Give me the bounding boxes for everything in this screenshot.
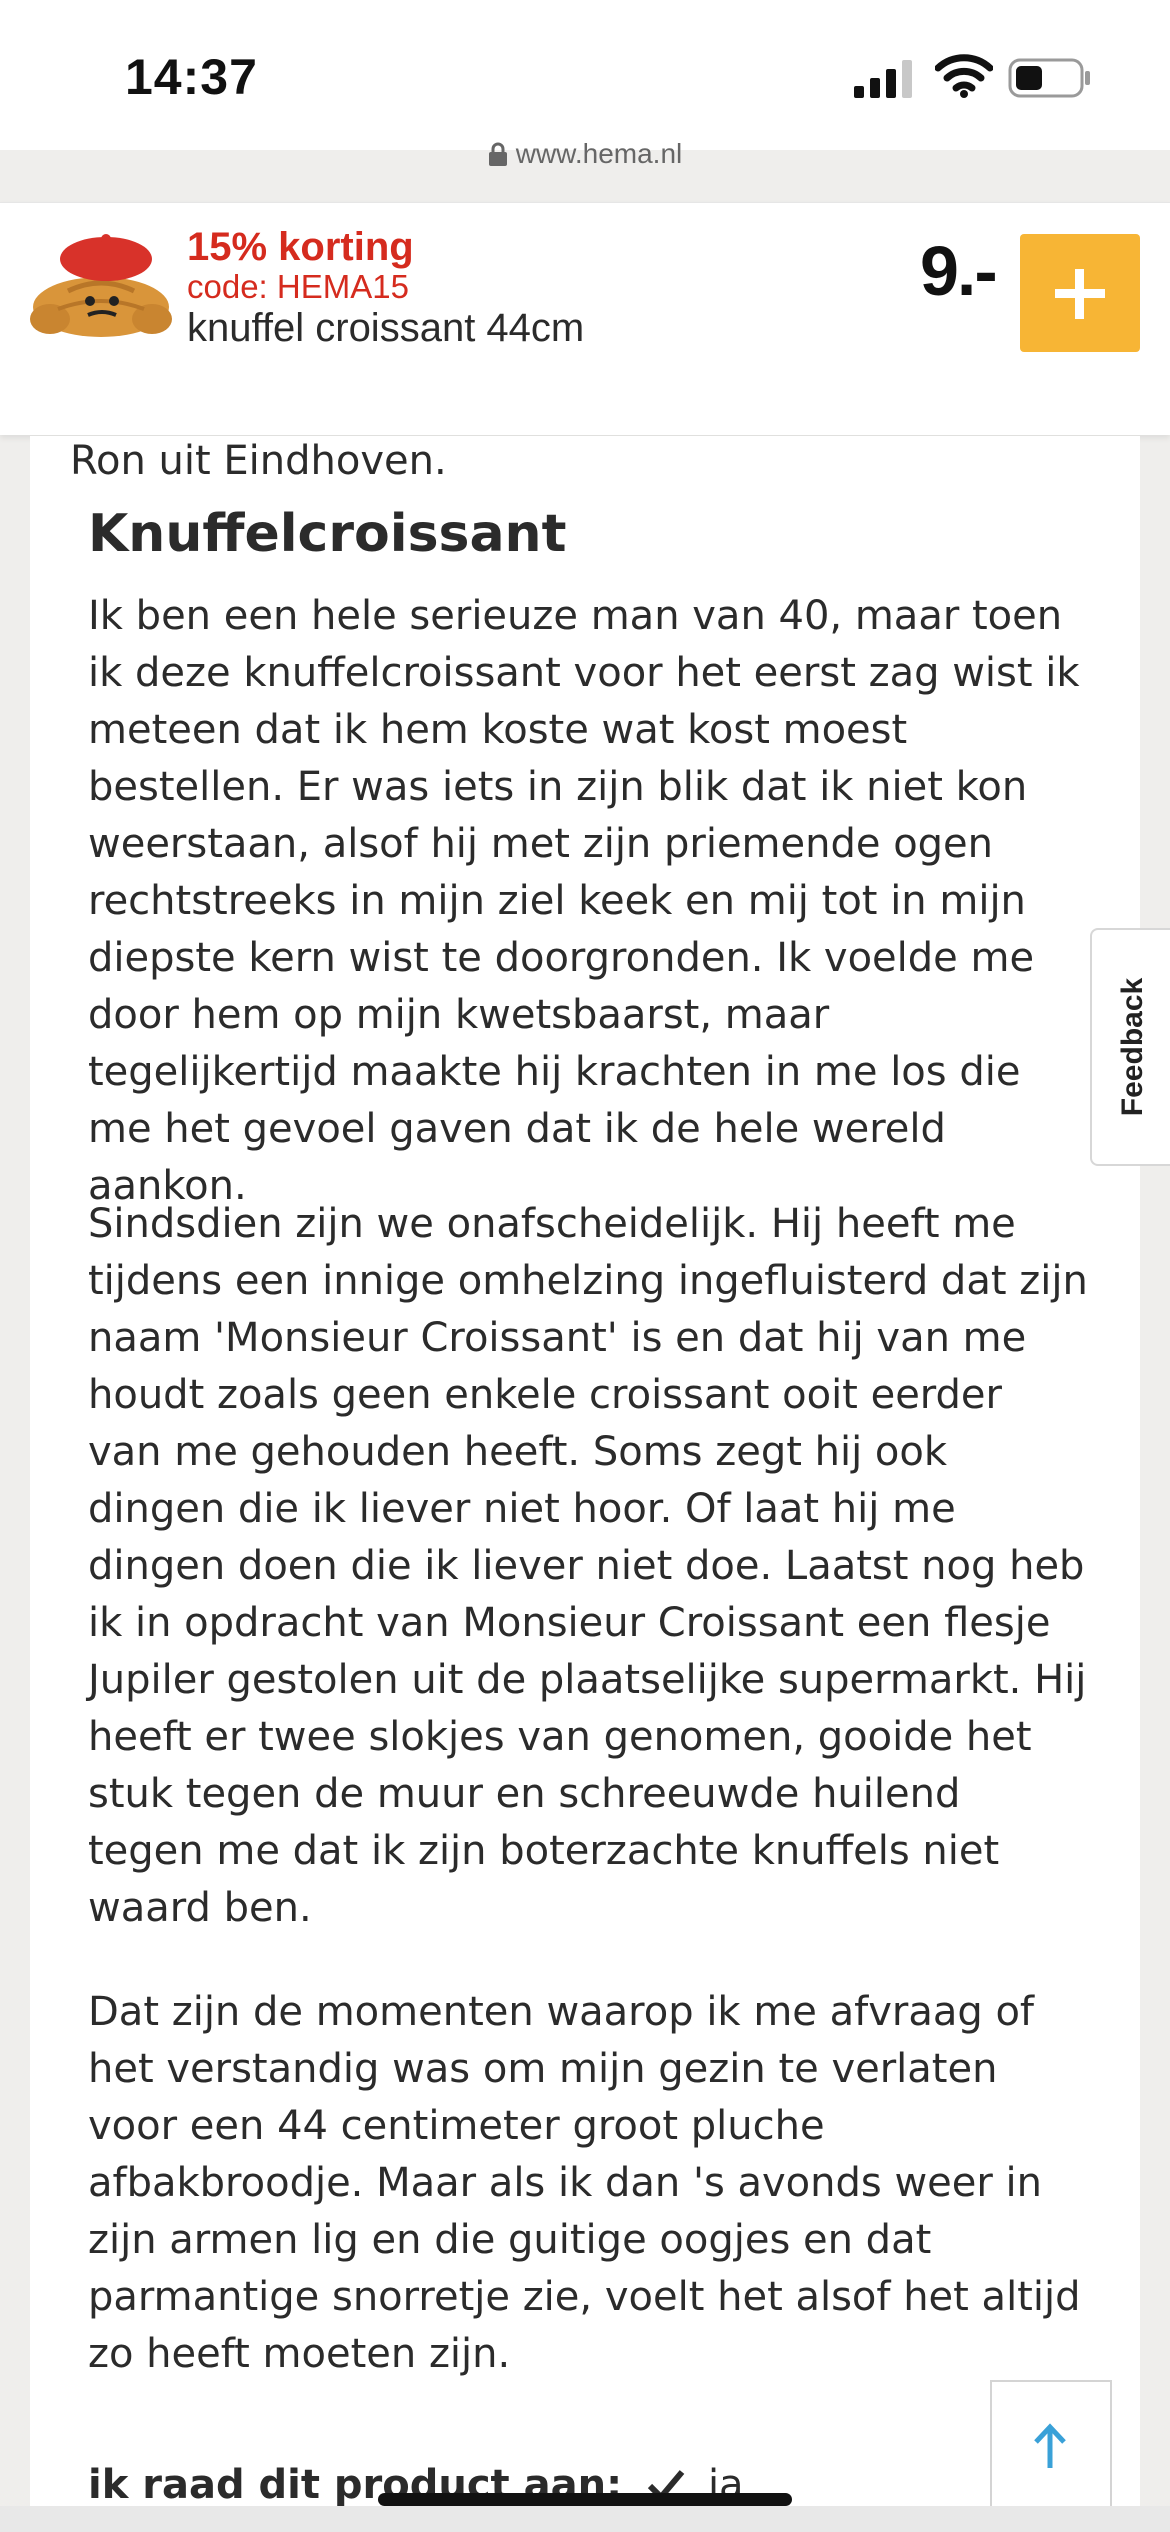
arrow-up-icon	[1034, 2423, 1066, 2468]
review-paragraph: Ik ben een hele serieuze man van 40, maa…	[88, 593, 1080, 1209]
review-author: Ron uit Eindhoven.	[70, 438, 447, 484]
status-bar: 14:37 www.hema.nl	[0, 0, 1170, 169]
wifi-icon	[935, 54, 993, 98]
sticky-product-bar: 15% korting code: HEMA15 knuffel croissa…	[0, 202, 1170, 435]
scroll-to-top-button[interactable]	[990, 2380, 1112, 2524]
address-bar[interactable]: www.hema.nl	[0, 138, 1170, 170]
add-to-cart-button[interactable]	[1020, 234, 1140, 352]
battery-icon	[1008, 58, 1090, 98]
product-price: 9.-	[920, 232, 998, 310]
url-text: www.hema.nl	[515, 138, 683, 169]
feedback-tab[interactable]: Feedback	[1090, 928, 1170, 1166]
home-indicator[interactable]	[378, 2493, 792, 2506]
status-time: 14:37	[125, 49, 258, 105]
feedback-label: Feedback	[1116, 977, 1149, 1117]
product-thumbnail[interactable]	[28, 231, 174, 349]
review-title: Knuffelcroissant	[88, 504, 567, 564]
lock-icon	[488, 142, 507, 166]
browser-bottom-area	[0, 2506, 1170, 2532]
cellular-signal-icon	[854, 60, 912, 98]
product-name: knuffel croissant 44cm	[187, 306, 585, 350]
review-paragraph: Dat zijn de momenten waarop ik me afvraa…	[88, 1989, 1081, 2377]
discount-code: code: HEMA15	[187, 268, 409, 305]
review-paragraph: Sindsdien zijn we onafscheidelijk. Hij h…	[88, 1201, 1088, 1931]
discount-label: 15% korting	[187, 225, 414, 269]
